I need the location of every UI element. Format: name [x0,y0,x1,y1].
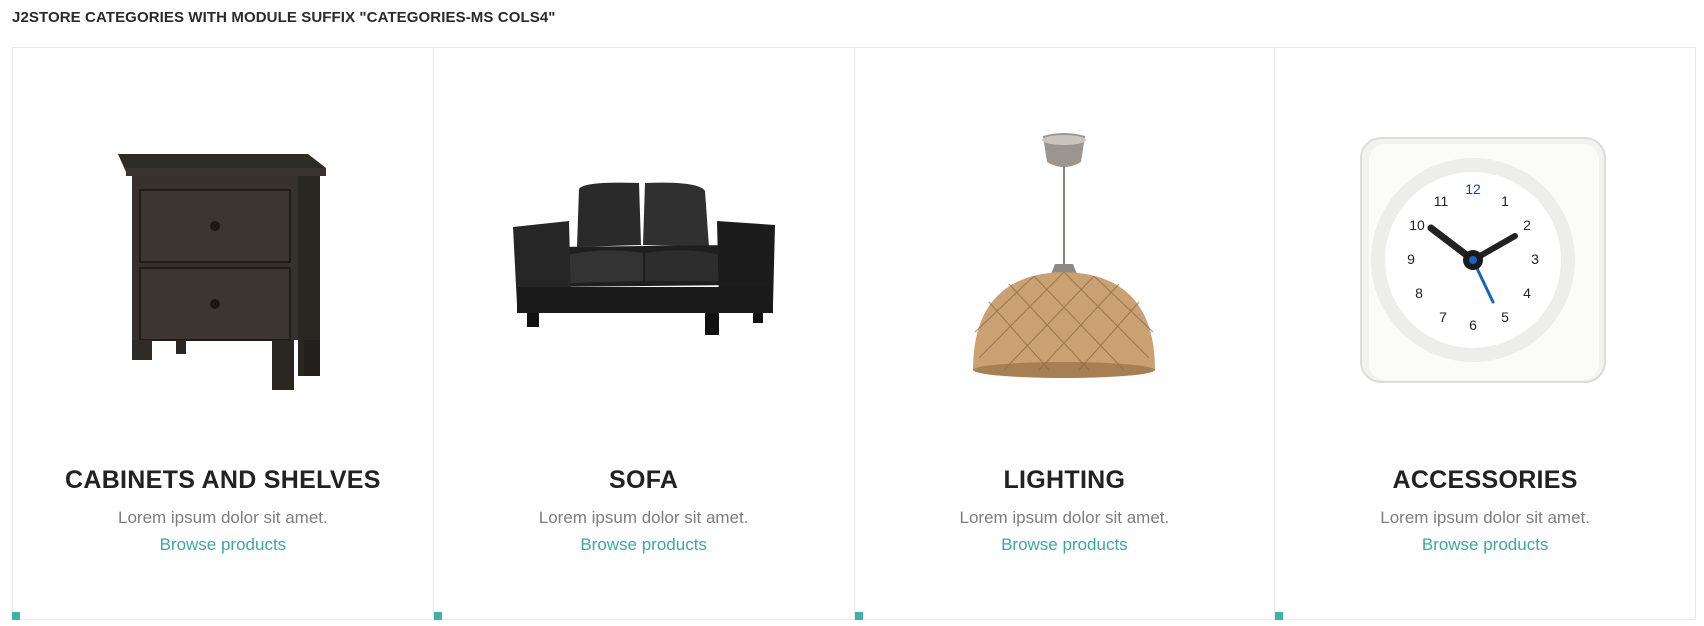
browse-products-link[interactable]: Browse products [1275,535,1695,555]
category-description: Lorem ipsum dolor sit amet. [1380,508,1590,527]
module-title: J2STORE CATEGORIES WITH MODULE SUFFIX "C… [12,9,556,26]
category-description: Lorem ipsum dolor sit amet. [959,508,1170,527]
clock-number: 6 [1469,317,1477,333]
category-description: Lorem ipsum dolor sit amet. [538,508,749,527]
clock-number: 4 [1523,285,1531,301]
clock-number: 7 [1439,309,1447,325]
category-title[interactable]: LIGHTING [855,466,1275,495]
browse-products-link[interactable]: Browse products [855,535,1275,555]
category-card-sofa: SOFA Lorem ipsum dolor sit amet. Browse … [433,48,855,620]
clock-number: 5 [1501,309,1509,325]
category-description: Lorem ipsum dolor sit amet. [118,508,328,527]
pendant-lamp-image[interactable] [855,112,1275,412]
nightstand-image[interactable] [13,112,433,412]
browse-products-link[interactable]: Browse products [13,535,433,555]
clock-number: 11 [1434,193,1449,209]
accent-marker [854,612,863,620]
clock-number: 2 [1523,217,1531,233]
category-card-cabinets: CABINETS AND SHELVES Lorem ipsum dolor s… [12,48,434,620]
clock-number: 9 [1407,251,1415,267]
accent-marker [12,612,20,620]
category-title[interactable]: CABINETS AND SHELVES [13,466,433,495]
categories-grid: CABINETS AND SHELVES Lorem ipsum dolor s… [12,47,1696,620]
accent-marker [1275,612,1284,620]
clock-image[interactable]: 12 1 2 3 4 5 6 7 8 9 10 11 [1275,112,1695,412]
clock-number: 8 [1415,285,1423,301]
sofa-image[interactable] [434,112,854,412]
category-title[interactable]: SOFA [434,466,854,495]
clock-number: 10 [1409,217,1425,233]
clock-number: 3 [1531,251,1539,267]
category-title[interactable]: ACCESSORIES [1275,466,1695,495]
clock-number: 12 [1465,181,1481,197]
accent-marker [433,612,442,620]
browse-products-link[interactable]: Browse products [434,535,854,555]
clock-number: 1 [1501,193,1509,209]
category-card-lighting: LIGHTING Lorem ipsum dolor sit amet. Bro… [854,48,1276,620]
category-card-accessories: 12 1 2 3 4 5 6 7 8 9 10 11 ACCESSORIES L… [1275,48,1695,620]
